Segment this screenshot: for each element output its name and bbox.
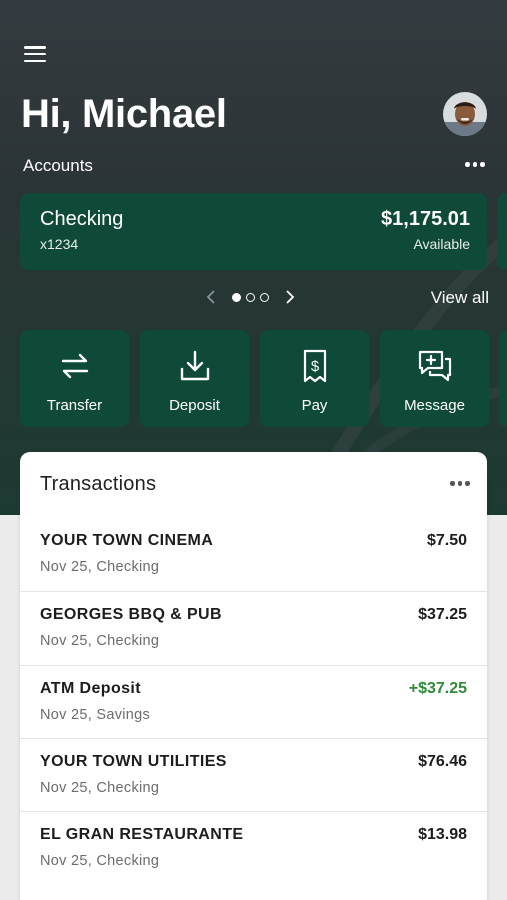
account-balance: $1,175.01 <box>381 208 470 230</box>
transactions-more-button[interactable] <box>450 481 470 486</box>
dot <box>465 162 470 167</box>
transactions-list: YOUR TOWN CINEMA Nov 25, Checking $7.50 GEO… <box>20 518 487 884</box>
transaction-details: Nov 25, Checking <box>40 559 160 575</box>
deposit-icon <box>180 350 209 381</box>
transaction-amount: +$37.25 <box>408 679 467 697</box>
transactions-card: Transactions YOUR TOWN CINEMA Nov 25, Che… <box>20 452 487 900</box>
transaction-amount: $13.98 <box>418 826 467 844</box>
account-name: Checking <box>40 208 124 230</box>
transaction-name: GEORGES BBQ & PUB <box>40 606 222 624</box>
transaction-amount: $76.46 <box>418 752 467 770</box>
transaction-details: Nov 25, Checking <box>40 633 160 650</box>
dot <box>480 162 485 167</box>
action-label: Deposit <box>169 397 220 414</box>
transaction-details: Nov 25, Savings <box>40 706 151 723</box>
dot <box>465 481 470 486</box>
accounts-label: Accounts <box>23 156 93 175</box>
previous-account-button[interactable] <box>200 286 222 308</box>
account-number: x1234 <box>40 236 79 252</box>
pay-button[interactable]: $ Pay <box>260 330 369 427</box>
menu-line <box>24 46 46 49</box>
greeting-title: Hi, Michael <box>21 92 227 136</box>
transfer-icon <box>61 353 88 379</box>
transaction-row[interactable]: ATM Deposit Nov 25, Savings +$37.25 <box>20 664 487 738</box>
transaction-row[interactable]: EL GRAN RESTAURANTE Nov 25, Checking $13.9… <box>20 811 487 884</box>
chevron-right-icon <box>286 290 295 304</box>
balance-label: Available <box>413 236 470 252</box>
transaction-amount: $7.50 <box>426 532 467 549</box>
transaction-name: ATM Deposit <box>40 679 141 697</box>
account-card-checking[interactable]: Checking x1234 $1,175.01 Available <box>20 193 487 270</box>
chevron-left-icon <box>206 290 215 304</box>
action-label: Transfer <box>46 397 103 414</box>
next-account-button[interactable] <box>279 286 301 308</box>
action-label: Message <box>404 397 465 414</box>
view-all-link[interactable]: View all <box>431 288 489 308</box>
dot <box>472 162 477 167</box>
transaction-details: Nov 25, Checking <box>40 853 160 870</box>
menu-line <box>24 59 46 62</box>
page-dot <box>232 292 241 302</box>
header-hero: Hi, Michael Accounts Checking x1234 $1,1… <box>0 0 507 515</box>
transaction-name: YOUR TOWN UTILITIES <box>40 752 227 770</box>
transaction-amount: $37.25 <box>418 606 467 624</box>
transactions-title: Transactions <box>40 473 157 495</box>
message-icon <box>418 350 451 382</box>
dot <box>457 481 462 486</box>
message-button[interactable]: Message <box>380 330 489 427</box>
svg-text:$: $ <box>310 358 319 375</box>
transaction-name: EL GRAN RESTAURANTE <box>40 826 244 844</box>
transaction-row[interactable]: YOUR TOWN UTILITIES Nov 25, Checking $76.4… <box>20 737 487 811</box>
pay-bill-icon: $ <box>303 349 326 383</box>
profile-avatar[interactable] <box>443 92 487 136</box>
action-label: Pay <box>301 397 328 414</box>
page-dot <box>246 292 255 302</box>
page-dot <box>260 292 269 302</box>
page-indicator <box>232 292 269 302</box>
transaction-row[interactable]: GEORGES BBQ & PUB Nov 25, Checking $37.25 <box>20 591 487 664</box>
avatar-image <box>443 92 487 136</box>
next-account-card[interactable] <box>497 193 507 270</box>
menu-button[interactable] <box>24 44 46 64</box>
account-pager <box>200 286 301 308</box>
dot <box>450 481 455 486</box>
transaction-row[interactable]: YOUR TOWN CINEMA Nov 25, Checking $7.50 <box>20 518 487 591</box>
transfer-button[interactable]: Transfer <box>20 330 129 427</box>
deposit-button[interactable]: Deposit <box>140 330 249 427</box>
transaction-details: Nov 25, Checking <box>40 779 160 796</box>
more-actions-card[interactable] <box>499 330 507 427</box>
transaction-name: YOUR TOWN CINEMA <box>40 532 214 549</box>
accounts-more-button[interactable] <box>465 162 485 167</box>
menu-line <box>24 52 46 56</box>
